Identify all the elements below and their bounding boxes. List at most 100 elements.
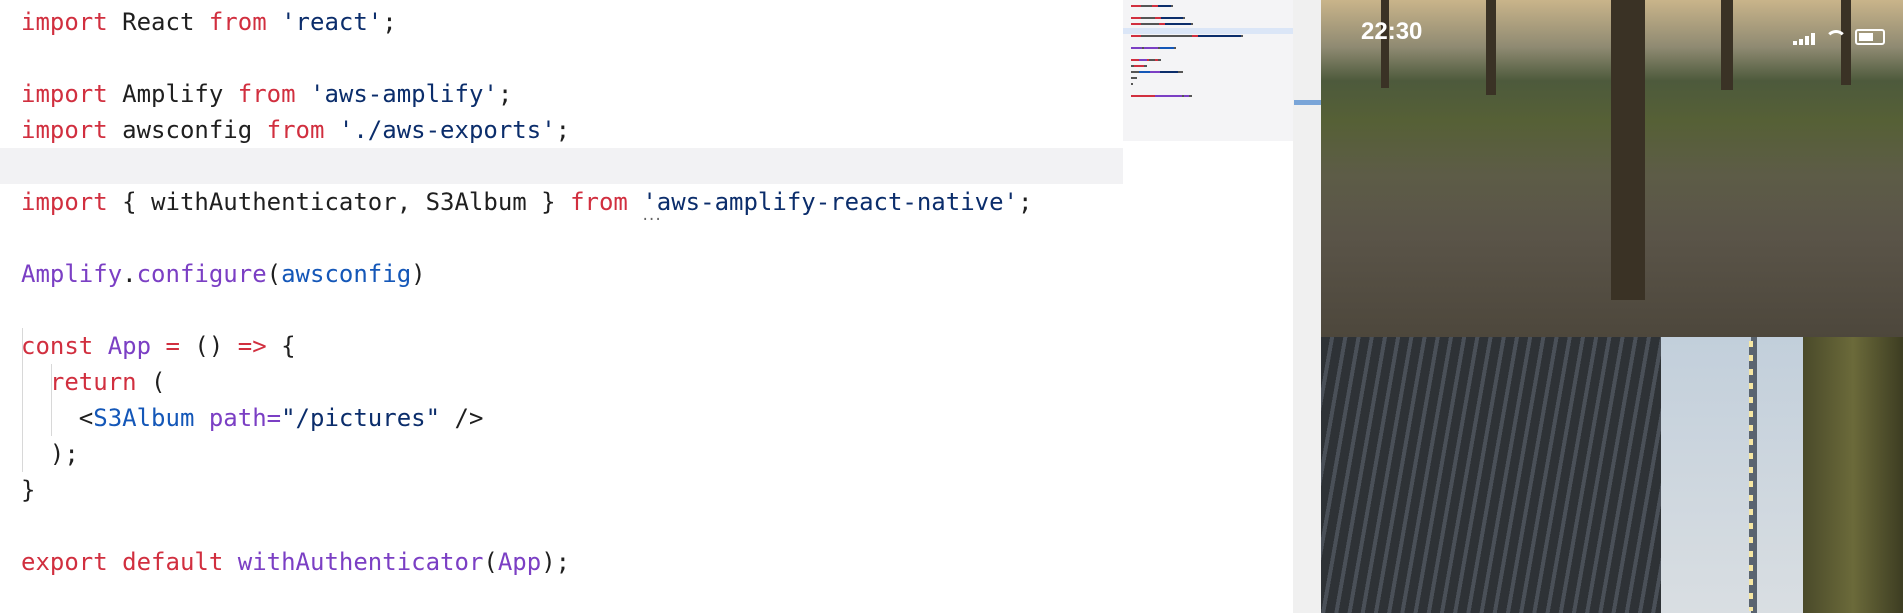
code-line[interactable]: ); bbox=[21, 436, 1123, 472]
code-line[interactable]: import awsconfig from './aws-exports'; bbox=[21, 112, 1123, 148]
code-token: return bbox=[49, 368, 137, 396]
code-line[interactable]: import React from 'react'; bbox=[21, 4, 1123, 40]
minimap-token bbox=[1161, 17, 1183, 19]
editor-scrollbar[interactable] bbox=[1293, 0, 1321, 613]
phone-simulator[interactable]: 22:30 bbox=[1321, 0, 1903, 613]
minimap-token bbox=[1198, 35, 1241, 37]
code-token: default bbox=[107, 548, 238, 576]
code-line[interactable]: Amplify.configure(awsconfig) bbox=[21, 256, 1123, 292]
code-token: ) bbox=[411, 260, 426, 288]
minimap-token bbox=[1158, 59, 1161, 61]
code-token: App bbox=[497, 548, 542, 576]
code-token: ; bbox=[382, 8, 397, 36]
code-token: "/pictures" bbox=[281, 404, 441, 432]
code-token: configure bbox=[136, 260, 267, 288]
code-line[interactable] bbox=[21, 508, 1123, 544]
battery-icon bbox=[1855, 29, 1885, 45]
code-token: ; bbox=[555, 116, 571, 144]
code-line[interactable]: export default withAuthenticator(App); bbox=[21, 544, 1123, 580]
code-token: ); bbox=[21, 440, 79, 468]
tree-trunk bbox=[1486, 0, 1496, 95]
code-token: 'react' bbox=[266, 8, 383, 36]
code-token: ; bbox=[497, 80, 513, 108]
minimap-token bbox=[1131, 83, 1133, 85]
building-facade bbox=[1321, 337, 1661, 613]
minimap-token bbox=[1131, 47, 1142, 49]
code-token: from bbox=[208, 8, 267, 36]
code-token: './aws-exports' bbox=[324, 116, 556, 144]
code-token: () bbox=[179, 332, 238, 360]
minimap-token bbox=[1191, 23, 1193, 25]
minimap-token bbox=[1160, 47, 1174, 49]
code-token: awsconfig bbox=[107, 116, 267, 144]
minimap-token bbox=[1141, 5, 1152, 7]
album-photo-building[interactable] bbox=[1321, 337, 1903, 613]
minimap-current-line bbox=[1123, 28, 1293, 34]
minimap-token bbox=[1189, 95, 1192, 97]
minimap-token bbox=[1131, 23, 1141, 25]
code-line[interactable]: <S3Album path="/pictures" /> bbox=[21, 400, 1123, 436]
code-line[interactable]: import Amplify from 'aws-amplify'; bbox=[21, 76, 1123, 112]
minimap-token bbox=[1139, 71, 1150, 73]
code-token: /> bbox=[440, 404, 484, 432]
code-lines[interactable]: import React from 'react'; import Amplif… bbox=[0, 4, 1123, 580]
code-token: import bbox=[21, 116, 108, 144]
code-token: const bbox=[21, 332, 94, 360]
code-token: { bbox=[266, 332, 296, 360]
code-token: S3Album bbox=[93, 404, 195, 432]
code-token: App bbox=[93, 332, 166, 360]
code-token: import bbox=[21, 8, 108, 36]
minimap-token bbox=[1155, 95, 1182, 97]
indent-guide bbox=[51, 364, 52, 436]
minimap-token bbox=[1141, 17, 1155, 19]
minimap-token bbox=[1158, 5, 1171, 7]
code-line[interactable]: return ( bbox=[21, 364, 1123, 400]
code-token: import bbox=[21, 80, 108, 108]
minimap-token bbox=[1134, 65, 1144, 67]
minimap-token bbox=[1171, 5, 1173, 7]
minimap-token bbox=[1141, 95, 1155, 97]
minimap-token bbox=[1144, 47, 1158, 49]
minimap-token bbox=[1241, 35, 1243, 37]
minimap[interactable] bbox=[1123, 0, 1293, 141]
minimap-token bbox=[1150, 71, 1160, 73]
code-token: } bbox=[21, 476, 36, 504]
minimap-token bbox=[1174, 47, 1176, 49]
status-bar-time: 22:30 bbox=[1361, 18, 1423, 45]
code-editor[interactable]: import React from 'react'; import Amplif… bbox=[0, 0, 1123, 613]
code-token: 'aws-amplify' bbox=[295, 80, 498, 108]
code-line[interactable] bbox=[21, 40, 1123, 76]
warning-squiggle-icon: ··· bbox=[641, 212, 662, 228]
minimap-token bbox=[1131, 5, 1141, 7]
code-token: awsconfig bbox=[281, 260, 412, 288]
code-token: from bbox=[266, 116, 325, 144]
album-photo-park[interactable] bbox=[1321, 0, 1903, 337]
code-token: from bbox=[237, 80, 296, 108]
code-token: from bbox=[570, 188, 628, 216]
code-token: ); bbox=[541, 548, 571, 576]
minimap-token bbox=[1165, 23, 1191, 25]
code-line[interactable] bbox=[21, 292, 1123, 328]
code-line[interactable]: } bbox=[21, 472, 1123, 508]
minimap-token bbox=[1139, 59, 1147, 61]
minimap-token bbox=[1131, 95, 1141, 97]
code-token: . bbox=[122, 260, 137, 288]
code-line[interactable]: import { withAuthenticator, S3Album } fr… bbox=[21, 184, 1123, 220]
canopy-lights bbox=[1749, 341, 1753, 611]
code-token: = bbox=[165, 332, 180, 360]
code-line[interactable]: const App = () => { bbox=[21, 328, 1123, 364]
tree-trunk bbox=[1611, 0, 1645, 300]
minimap-token bbox=[1160, 71, 1178, 73]
tree-trunk bbox=[1721, 0, 1733, 90]
code-line[interactable] bbox=[21, 220, 1123, 256]
minimap-token bbox=[1131, 77, 1137, 79]
code-line[interactable] bbox=[0, 148, 1123, 184]
minimap-token bbox=[1131, 71, 1139, 73]
minimap-token bbox=[1144, 65, 1147, 67]
code-token: path= bbox=[194, 404, 282, 432]
minimap-token bbox=[1141, 23, 1159, 25]
minimap-token bbox=[1141, 35, 1192, 37]
code-token: Amplify bbox=[21, 260, 123, 288]
scrollbar-thumb[interactable] bbox=[1294, 100, 1321, 105]
code-token: < bbox=[21, 404, 94, 432]
